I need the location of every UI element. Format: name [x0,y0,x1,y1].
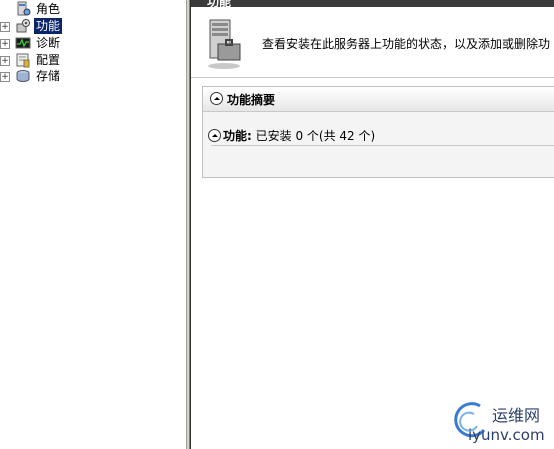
divider [211,145,554,146]
watermark-site: iyunv.com [468,426,545,444]
tree-label-features: 功能 [34,18,63,34]
tree-expander-storage[interactable]: + [0,72,10,82]
console-tree: 角色 + 功能 + 诊断 + 配置 + 存储 [0,0,186,449]
tree-label-diagnostics: 诊断 [36,36,61,50]
content-title-bar: 功能 [191,0,554,7]
tree-expander-configuration[interactable]: + [0,56,10,66]
tree-label-configuration: 配置 [36,53,61,67]
features-summary-header[interactable]: 功能摘要 [203,87,554,112]
description-header: 查看安装在此服务器上功能的状态，以及添加或删除功 [191,7,554,78]
tree-expander-features[interactable]: + [0,22,10,32]
description-text: 查看安装在此服务器上功能的状态，以及添加或删除功 [262,37,551,51]
tree-label-roles: 角色 [36,2,61,16]
features-summary-value: 已安装 0 个(共 42 个) [251,129,376,143]
tree-label-storage: 存储 [36,69,61,83]
features-summary-line: 功能: 已安装 0 个(共 42 个) [223,127,375,144]
tree-expander-diagnostics[interactable]: + [0,39,10,49]
features-summary-label: 功能: [223,129,252,143]
server-features-icon [208,19,241,69]
content-pane: 功能 查看安装在此服务器上功能的状态，以及添加或删除功 功能摘要 功能: 已安装… [190,0,554,449]
watermark-chinese: 运维网 [492,406,541,425]
collapse-features-icon[interactable] [208,129,221,142]
configuration-icon [16,53,30,68]
diagnostics-icon [15,37,31,49]
roles-icon [17,1,31,16]
features-icon [16,19,30,33]
content-title: 功能 [207,0,232,7]
watermark: 运维网 iyunv.com [448,398,554,448]
features-summary-panel: 功能摘要 功能: 已安装 0 个(共 42 个) [202,86,554,178]
features-summary-title: 功能摘要 [227,93,276,107]
storage-icon [16,70,30,82]
collapse-summary-icon[interactable] [210,92,223,105]
